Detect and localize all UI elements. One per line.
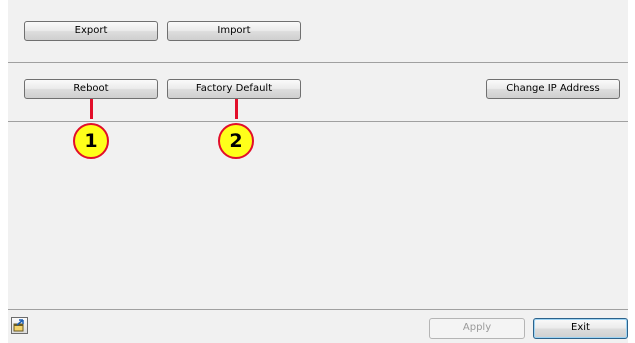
footer-divider [8,309,628,310]
callout-2-badge: 2 [218,123,254,159]
export-button[interactable]: Export [24,21,158,41]
change-ip-address-button[interactable]: Change IP Address [486,79,620,99]
export-window-icon[interactable] [11,317,28,334]
factory-default-button[interactable]: Factory Default [167,79,301,99]
exit-button[interactable]: Exit [533,318,628,339]
reboot-button[interactable]: Reboot [24,79,158,99]
callout-1-badge: 1 [73,123,109,159]
callout-2-pointer [235,99,238,119]
import-button[interactable]: Import [167,21,301,41]
callout-1-pointer [90,99,93,119]
apply-button[interactable]: Apply [429,318,525,339]
top-divider [8,62,628,63]
export-window-icon-glyph [13,319,24,332]
settings-panel: Export Import Reboot Factory Default Cha… [8,0,628,343]
middle-divider [8,121,628,122]
